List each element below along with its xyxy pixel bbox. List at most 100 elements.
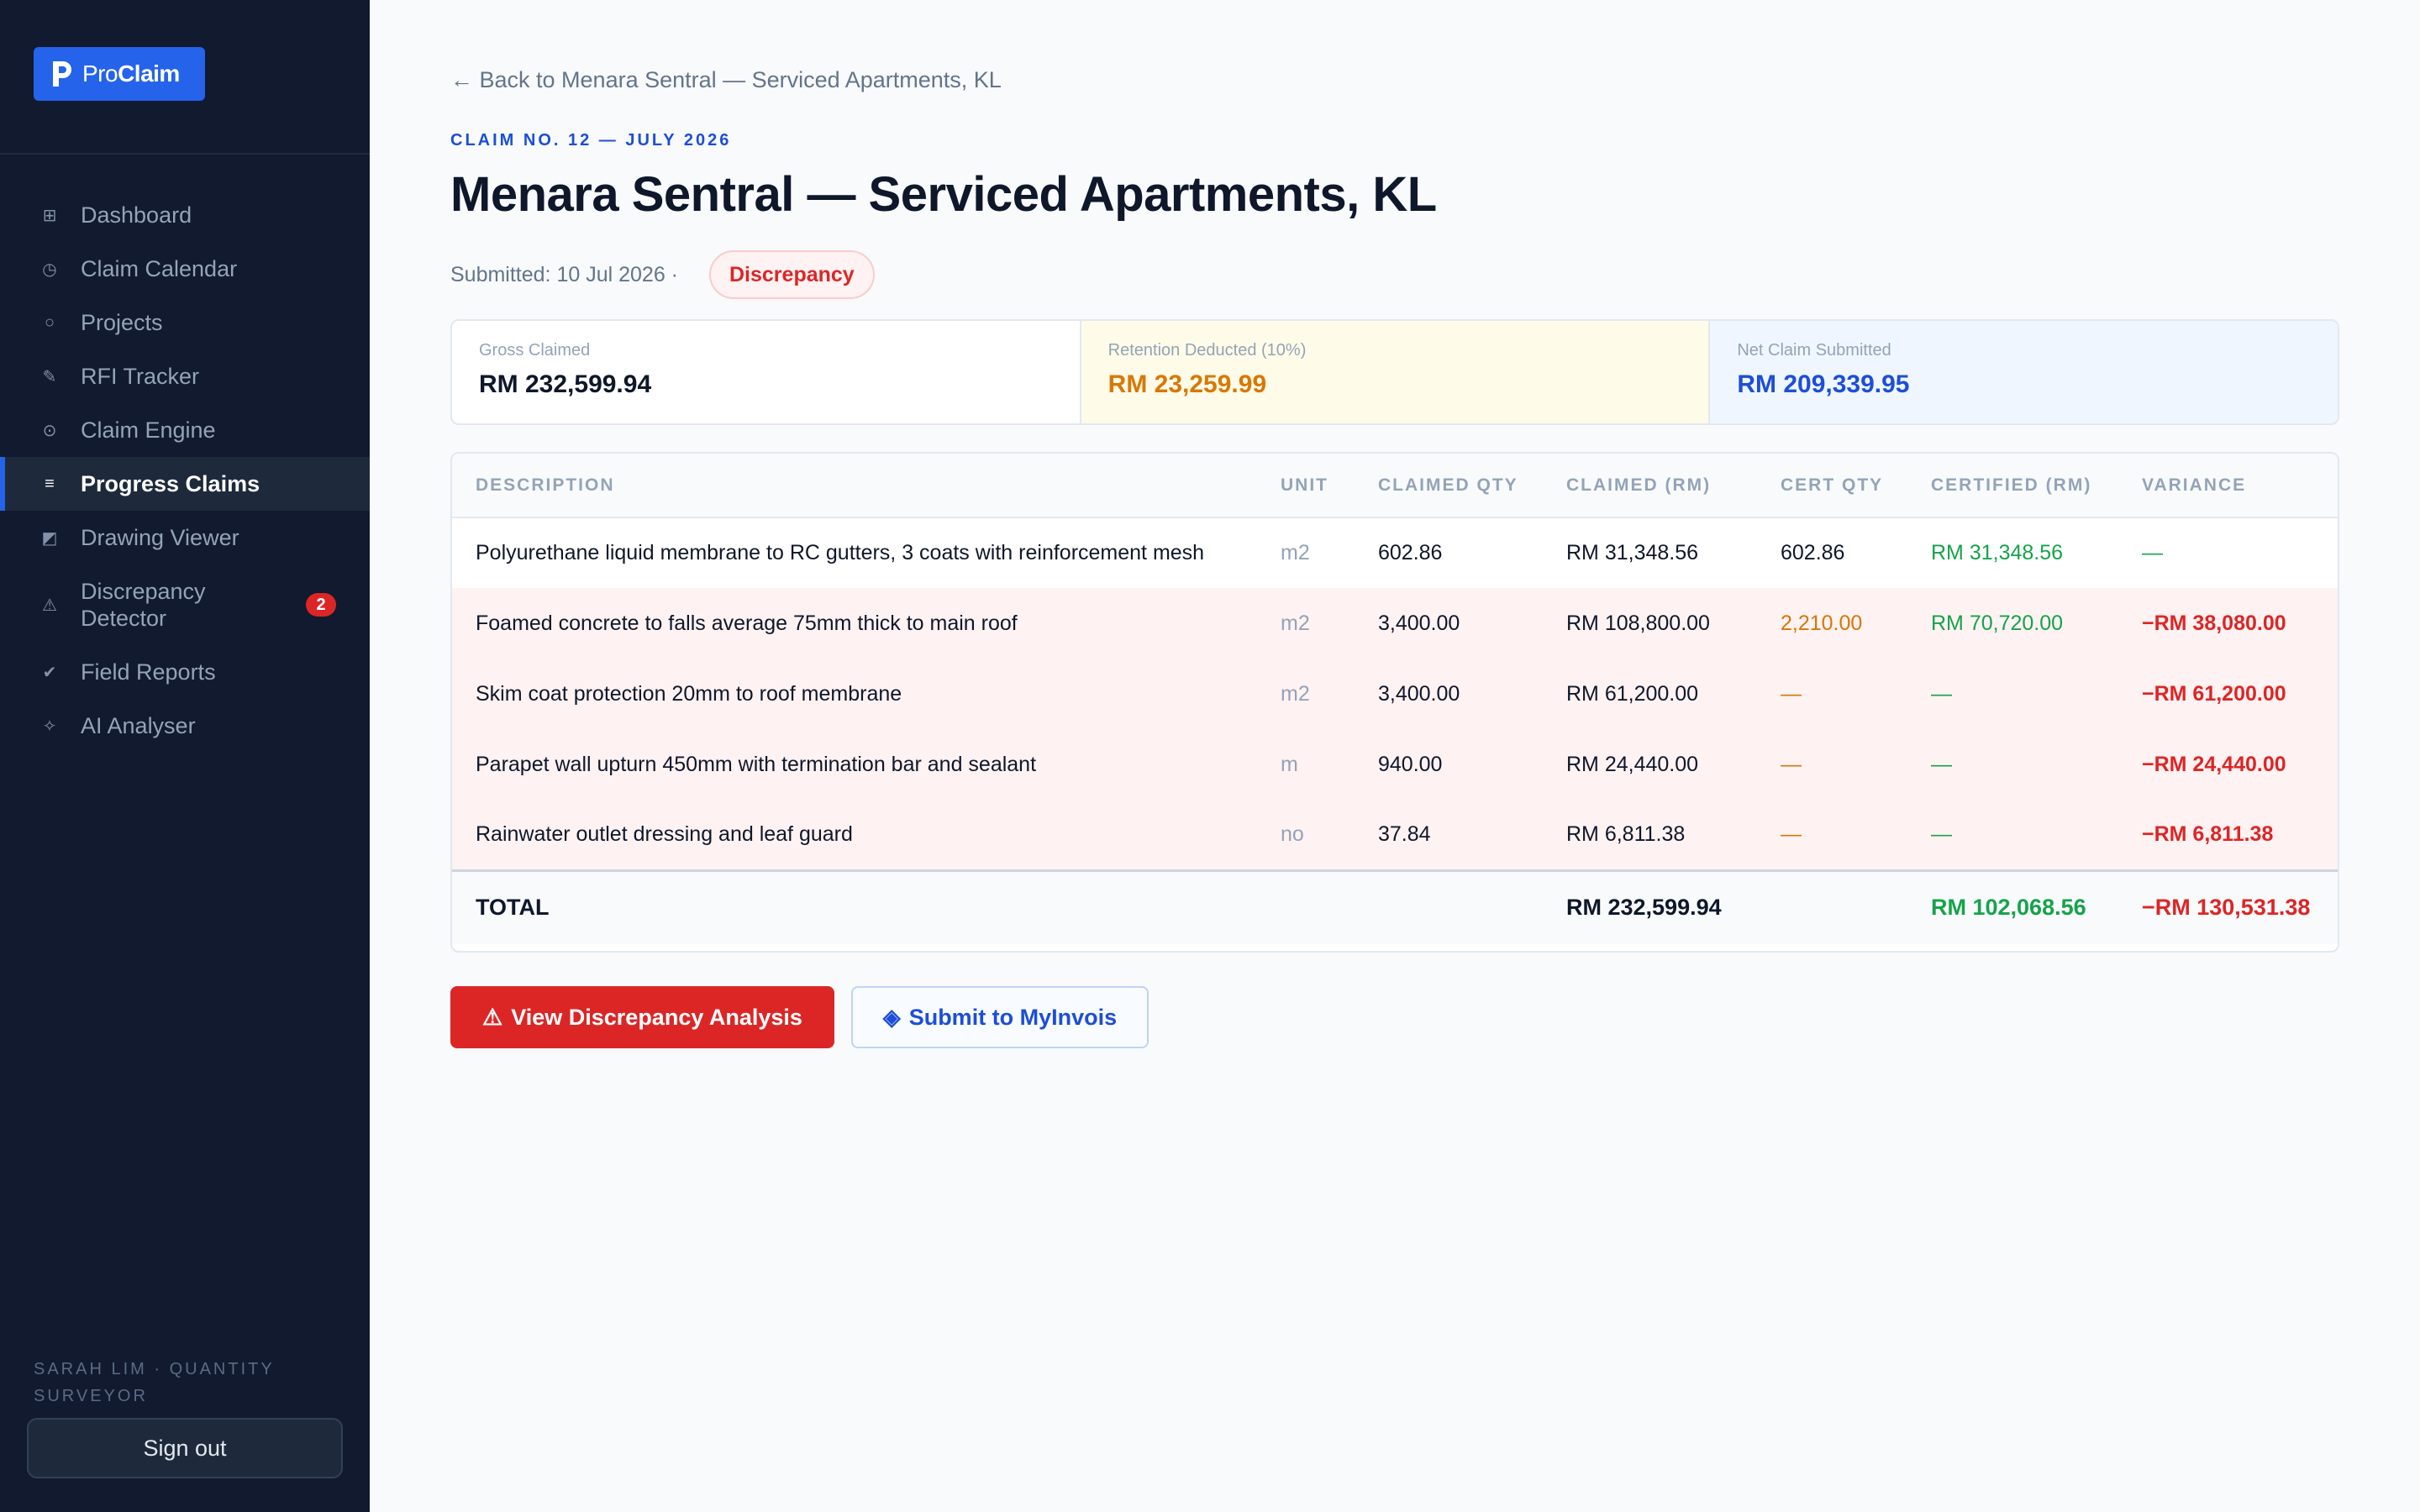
retention-value: RM 23,259.99 [1107,370,1267,398]
claim-summary: Gross Claimed RM 232,599.94 Retention De… [450,319,2339,425]
table-row[interactable]: Parapet wall upturn 450mm with terminati… [452,729,2338,800]
sparkle-icon: ✧ [42,717,57,736]
cell-cert-qty: — [1757,729,1907,800]
cell-variance: — [2142,541,2163,564]
cell-cert-qty: — [1757,800,1907,870]
sidebar-item-claim-calendar[interactable]: ◷ Claim Calendar [0,242,370,296]
sidebar-item-label: AI Analyser [81,713,196,738]
cell-claimed-rm: RM 6,811.38 [1543,800,1757,870]
table-row[interactable]: Skim coat protection 20mm to roof membra… [452,659,2338,729]
cell-description: Skim coat protection 20mm to roof membra… [452,659,1257,729]
net-claim-label: Net Claim Submitted [1737,341,1891,360]
total-row: TOTAL RM 232,599.94 RM 102,068.56 −RM 130,5… [452,869,2338,944]
sidebar-item-drawing-viewer[interactable]: ◩ Drawing Viewer [0,511,370,564]
cell-unit: m2 [1257,659,1355,729]
table-row[interactable]: Foamed concrete to falls average 75mm th… [452,588,2338,659]
cell-unit: m [1257,729,1355,800]
empty-cell [1257,869,1355,944]
cell-unit: m2 [1257,588,1355,659]
action-bar: ⚠ View Discrepancy Analysis ◈ Submit to … [450,986,1150,1048]
brand-logo[interactable]: ProClaim [34,47,205,101]
sidebar-item-field-reports[interactable]: ✔ Field Reports [0,645,370,699]
empty-cell [1355,869,1543,944]
cell-claimed-qty: 3,400.00 [1355,588,1543,659]
cell-unit: no [1257,800,1355,870]
cell-certified-rm: — [1907,729,2118,800]
total-variance: −RM 130,531.38 [2118,869,2338,944]
sidebar-item-discrepancy-detector[interactable]: ⚠ Discrepancy Detector 2 [0,564,370,645]
check-icon: ✔ [42,663,57,682]
view-discrepancy-label: View Discrepancy Analysis [511,1004,802,1030]
circle-icon: ○ [44,312,55,332]
column-header[interactable]: CLAIMED (RM) [1543,454,1757,518]
claim-items-table: DESCRIPTION UNIT CLAIMED QTY CLAIMED (RM) CE… [450,452,2339,953]
retention-label: Retention Deducted (10%) [1107,341,1307,360]
sidebar: ProClaim ⊞ Dashboard ◷ Claim Calendar ○ Proje… [0,0,370,1512]
sidebar-item-label: Discrepancy Detector [81,579,206,631]
sidebar-item-label: Claim Calendar [81,256,238,281]
logo-p-icon [50,60,74,88]
cell-variance: −RM 6,811.38 [2118,800,2338,870]
cell-claimed-rm: RM 31,348.56 [1566,541,1699,564]
column-header[interactable]: DESCRIPTION [452,454,1257,518]
brand-name: ProClaim [82,60,180,87]
sidebar-item-claim-engine[interactable]: ⊙ Claim Engine [0,403,370,457]
pencil-icon: ✎ [42,367,57,386]
sidebar-item-label: Field Reports [81,659,216,685]
cell-cert-qty: — [1757,659,1907,729]
table-body: Polyurethane liquid membrane to RC gutte… [452,517,2338,944]
sidebar-nav: ⊞ Dashboard ◷ Claim Calendar ○ Projects ✎ RFI T… [0,188,370,753]
cell-claimed-rm: RM 61,200.00 [1543,659,1757,729]
total-label: TOTAL [452,869,1257,944]
column-header[interactable]: VARIANCE [2118,454,2338,518]
submit-myinvois-label: Submit to MyInvois [908,1004,1118,1030]
cell-variance: −RM 24,440.00 [2118,729,2338,800]
cell-claimed-qty: 940.00 [1355,729,1543,800]
sidebar-item-progress-claims[interactable]: ≡ Progress Claims [0,457,370,511]
sign-out-button[interactable]: Sign out [27,1418,343,1478]
empty-cell [1757,869,1907,944]
sidebar-item-projects[interactable]: ○ Projects [0,296,370,349]
submitted-date: Submitted: 10 Jul 2026 · [450,263,678,286]
sidebar-item-label: Projects [81,310,163,335]
sidebar-item-label: Drawing Viewer [81,525,239,550]
cell-claimed-qty: 602.86 [1378,541,1443,564]
cell-description: Parapet wall upturn 450mm with terminati… [452,729,1257,800]
cell-certified-rm: RM 70,720.00 [1907,588,2118,659]
total-certified: RM 102,068.56 [1907,869,2118,944]
warning-icon: ⚠ [42,596,57,615]
column-header[interactable]: CERTIFIED (RM) [1907,454,2118,518]
claim-number: CLAIM NO. 12 — JULY 2026 [450,131,732,150]
table-row[interactable]: Polyurethane liquid membrane to RC gutte… [452,517,2338,588]
discrepancy-count-badge: 2 [306,593,336,617]
gross-claimed-card: Gross Claimed RM 232,599.94 [452,321,1081,423]
column-header[interactable]: UNIT [1257,454,1355,518]
user-info: SARAH LIM · QUANTITY SURVEYOR [34,1360,275,1405]
sidebar-item-rfi-tracker[interactable]: ✎ RFI Tracker [0,349,370,403]
cell-certified-rm: RM 31,348.56 [1931,541,2064,564]
submit-myinvois-button[interactable]: ◈ Submit to MyInvois [850,986,1150,1048]
status-badge: Discrepancy [709,250,875,299]
back-link[interactable]: ← Back to Menara Sentral — Serviced Apar… [450,67,1002,93]
table-row[interactable]: Rainwater outlet dressing and leaf guard… [452,800,2338,870]
view-discrepancy-button[interactable]: ⚠ View Discrepancy Analysis [450,986,834,1048]
cell-claimed-qty: 37.84 [1355,800,1543,870]
cell-certified-rm: — [1907,659,2118,729]
cell-claimed-rm: RM 24,440.00 [1543,729,1757,800]
drawing-icon: ◩ [41,528,58,548]
page-title: Menara Sentral — Serviced Apartments, KL [450,167,1437,222]
column-header[interactable]: CLAIMED QTY [1355,454,1543,518]
sidebar-item-label: Progress Claims [81,471,260,496]
column-header[interactable]: CERT QTY [1757,454,1907,518]
cell-certified-rm: — [1907,800,2118,870]
sidebar-item-dashboard[interactable]: ⊞ Dashboard [0,188,370,242]
sidebar-item-ai-analyser[interactable]: ✧ AI Analyser [0,699,370,753]
cell-description: Foamed concrete to falls average 75mm th… [452,588,1257,659]
table-header-row: DESCRIPTION UNIT CLAIMED QTY CLAIMED (RM) CE… [452,454,2338,518]
cell-claimed-rm: RM 108,800.00 [1543,588,1757,659]
cell-cert-qty: 602.86 [1781,541,1845,564]
sidebar-item-label: RFI Tracker [81,364,200,389]
cell-variance: −RM 38,080.00 [2118,588,2338,659]
cell-description: Polyurethane liquid membrane to RC gutte… [476,541,1205,564]
clock-icon: ◷ [42,260,57,279]
